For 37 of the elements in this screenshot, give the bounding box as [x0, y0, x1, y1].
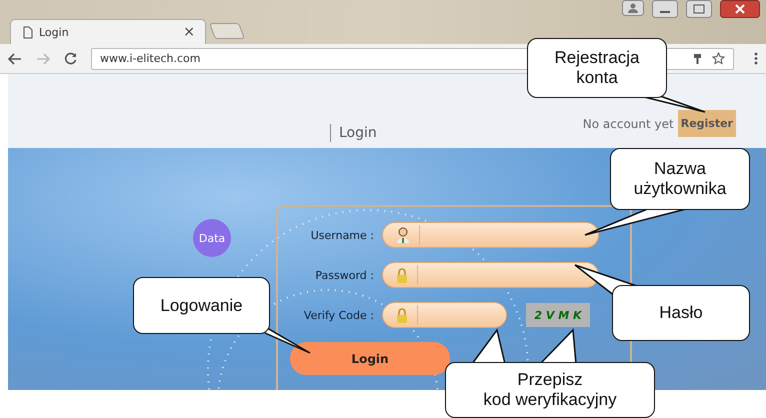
close-icon[interactable]: ×	[183, 24, 195, 40]
callout-text: Logowanie	[160, 296, 243, 316]
account-prompt: No account yet	[582, 116, 674, 130]
key-icon[interactable]	[693, 52, 702, 64]
register-button[interactable]: Register	[678, 110, 736, 137]
page-title: Login	[330, 124, 377, 142]
callout-text: konta	[576, 68, 618, 88]
input-field[interactable]	[382, 222, 599, 248]
input-field[interactable]	[382, 262, 599, 288]
callout-text: Nazwa	[654, 159, 706, 179]
url-text: www.i-elitech.com	[100, 52, 200, 65]
callout-text: użytkownika	[634, 179, 726, 199]
reload-icon[interactable]	[64, 52, 77, 65]
field-label: Verify Code :	[302, 308, 375, 322]
captcha-image: 2 V M K	[526, 303, 590, 327]
tab-title: Login	[39, 26, 70, 38]
close-icon[interactable]	[720, 0, 760, 18]
input-field[interactable]	[382, 302, 507, 328]
star-icon[interactable]	[712, 52, 725, 65]
callout-text: kod weryfikacyjny	[483, 390, 617, 410]
field-label: Username :	[310, 228, 375, 242]
minimize-icon[interactable]	[652, 0, 678, 18]
padlock-icon	[396, 268, 408, 282]
callout-text: Rejestracja	[554, 48, 640, 68]
login-button[interactable]: Login	[290, 342, 450, 375]
browser-tab[interactable]: Login ×	[10, 19, 206, 44]
maximize-icon[interactable]	[686, 0, 712, 18]
back-arrow-icon[interactable]	[8, 52, 22, 64]
page-icon	[23, 26, 33, 38]
callout-text: Przepisz	[517, 370, 583, 390]
data-badge: Data	[193, 219, 231, 257]
padlock-icon	[396, 308, 408, 322]
callout-text: Hasło	[659, 303, 703, 323]
field-label: Password :	[314, 268, 375, 282]
person-icon	[396, 227, 410, 243]
menu-icon[interactable]	[754, 52, 758, 65]
user-icon[interactable]	[622, 0, 644, 16]
